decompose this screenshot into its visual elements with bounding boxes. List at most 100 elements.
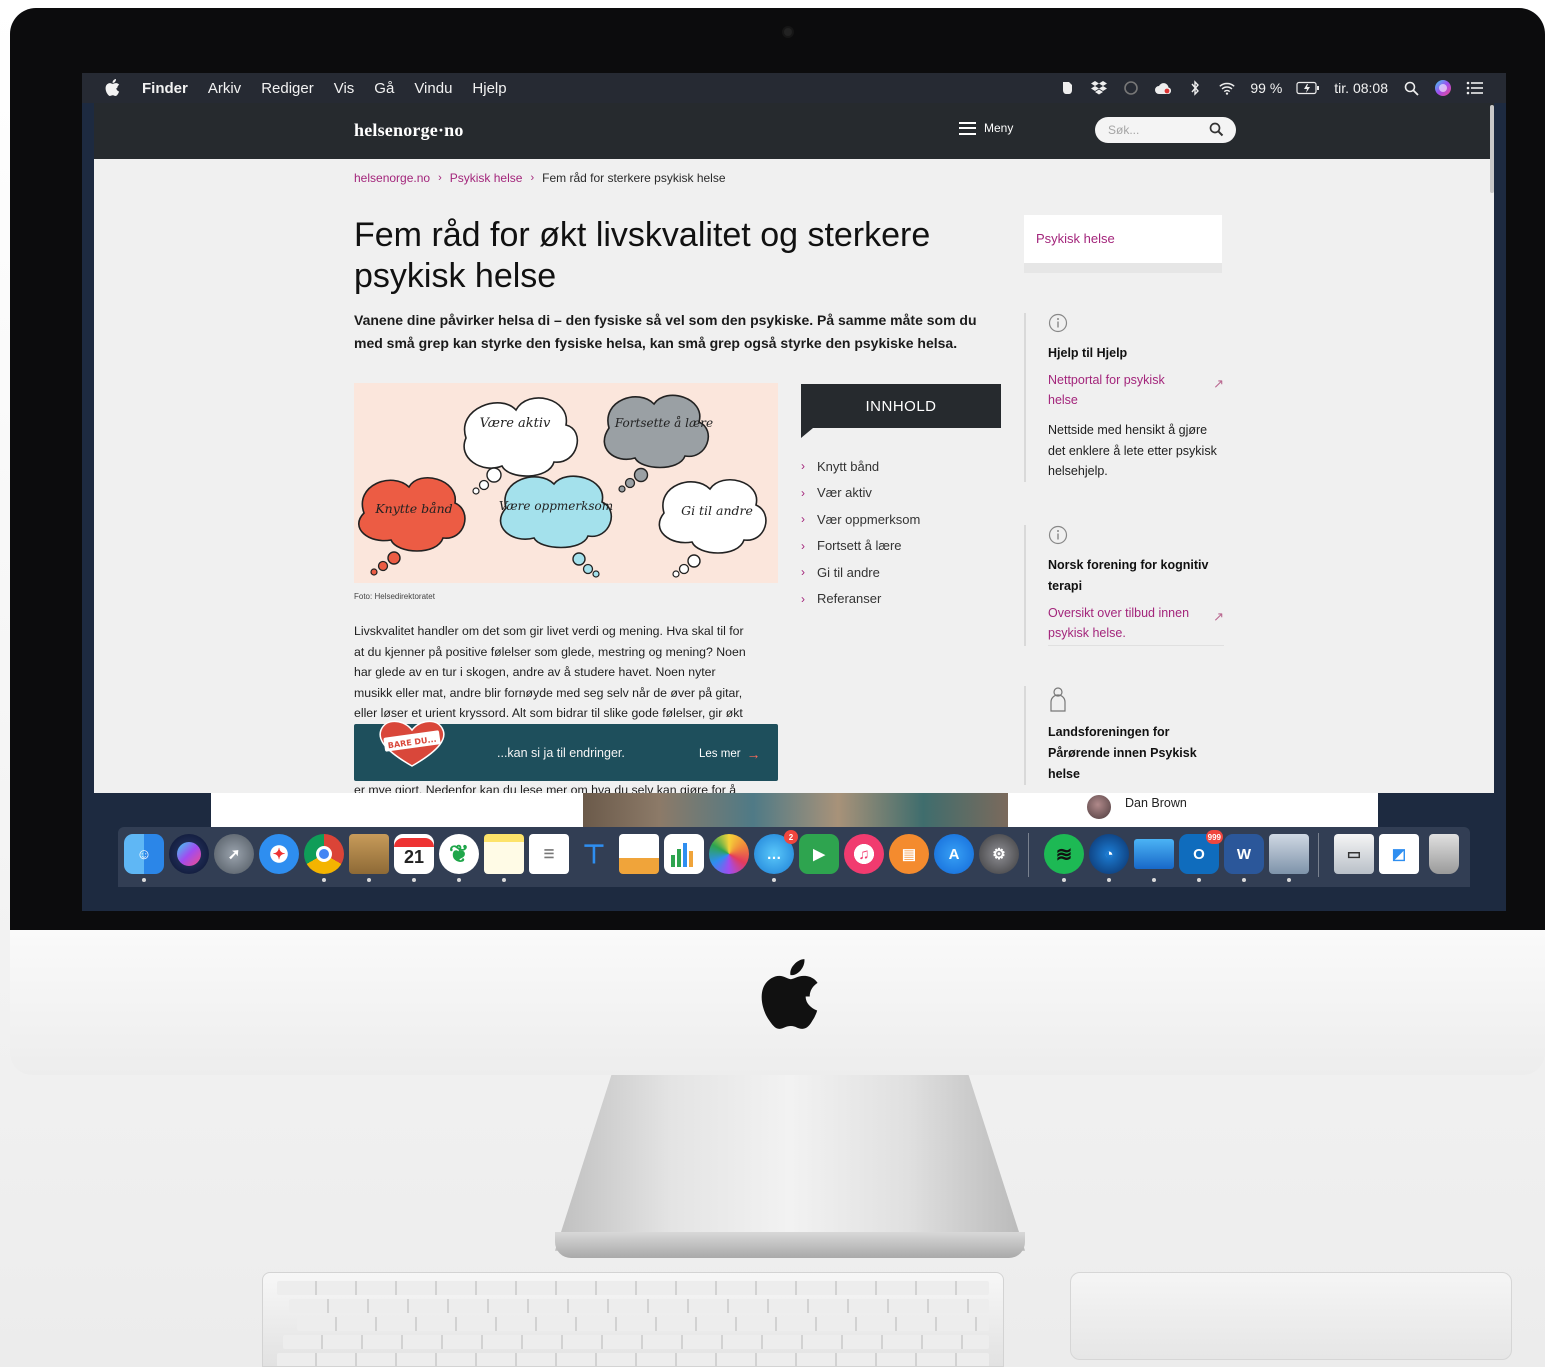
evernote-icon[interactable]: ❦ (439, 834, 479, 874)
sidebar-card-title: Landsforeningen for Pårørende innen Psyk… (1048, 725, 1197, 781)
creative-cloud-icon[interactable] (1154, 80, 1172, 96)
sidebar-card-title: Hjelp til Hjelp (1048, 346, 1128, 360)
running-indicator (1242, 878, 1246, 882)
battery-icon[interactable] (1296, 80, 1320, 96)
toc-item-label: Gi til andre (817, 564, 880, 580)
chevron-right-icon: › (801, 485, 805, 500)
bluetooth-icon[interactable] (1186, 80, 1204, 96)
documents-folder-icon[interactable]: ◩ (1379, 834, 1419, 874)
siri-icon[interactable] (169, 834, 209, 874)
arrow-right-icon: → (746, 746, 761, 762)
menu-bar: Finder Arkiv Rediger Vis Gå Vindu Hjelp (82, 73, 1506, 103)
apple-menu-icon[interactable] (104, 78, 120, 97)
evernote-status-icon[interactable] (1058, 80, 1076, 96)
sidebar-card-link-row: Oversikt over tilbud innen psykisk helse… (1048, 603, 1224, 646)
facetime-icon[interactable]: ▶ (799, 834, 839, 874)
sidebar-card-link-row: Nettportal for psykisk helse ↗ (1048, 370, 1224, 410)
toc-item-vaer-oppmerksom[interactable]: › Vær oppmerksom (801, 506, 920, 533)
keynote-icon[interactable]: ⊤ (574, 834, 614, 874)
chevron-right-icon: › (801, 565, 805, 580)
network-radar-icon[interactable]: ◔ (1089, 834, 1129, 874)
system-preferences-icon[interactable]: ⚙ (979, 834, 1019, 874)
menu-vindu[interactable]: Vindu (414, 80, 452, 97)
siri-icon[interactable] (1434, 80, 1452, 96)
numbers-icon[interactable] (664, 834, 704, 874)
menu-vis[interactable]: Vis (334, 80, 355, 97)
desktop-folder-icon[interactable]: ▭ (1334, 834, 1374, 874)
menu-toggle-button[interactable]: Meny (959, 121, 1013, 135)
breadcrumb: helsenorge.no › Psykisk helse › Fem råd … (354, 171, 726, 185)
notes-icon[interactable] (484, 834, 524, 874)
outlook-icon[interactable]: O 999 (1179, 830, 1223, 874)
itunes-icon[interactable]: ♫ (844, 834, 884, 874)
sidebar-card-link[interactable]: Nettportal for psykisk helse (1048, 370, 1198, 410)
screen: Finder Arkiv Rediger Vis Gå Vindu Hjelp (82, 73, 1506, 911)
toc-list: › Knytt bånd › Vær aktiv › Vær oppmerksom ›… (801, 453, 920, 612)
toc-item-vaer-aktiv[interactable]: › Vær aktiv (801, 480, 920, 507)
keyboard-row (297, 1317, 989, 1331)
preview-icon[interactable] (1269, 834, 1309, 874)
messages-icon[interactable]: … 2 (754, 830, 798, 874)
scrollbar-thumb[interactable] (1490, 105, 1494, 193)
breadcrumb-separator-icon: › (530, 172, 535, 184)
calendar-day: 21 (403, 847, 425, 867)
menu-ga[interactable]: Gå (374, 80, 394, 97)
notification-center-icon[interactable] (1466, 80, 1484, 96)
toc-item-referanser[interactable]: › Referanser (801, 586, 920, 613)
sidebar-card-link[interactable]: Oversikt over tilbud innen psykisk helse… (1048, 603, 1198, 643)
toc-item-gi-til-andre[interactable]: › Gi til andre (801, 559, 920, 586)
cloud-label-gi-til-andre: Gi til andre (681, 503, 753, 518)
finder-icon[interactable]: ☺ (124, 834, 164, 874)
banner-link-label: Les mer (699, 748, 741, 760)
chrome-icon[interactable] (304, 834, 344, 874)
menu-hjelp[interactable]: Hjelp (472, 80, 506, 97)
word-icon[interactable]: W (1224, 834, 1264, 874)
toc-item-label: Knytt bånd (817, 458, 880, 474)
trash-icon[interactable] (1429, 834, 1459, 874)
night-mode-icon[interactable] (1122, 80, 1140, 96)
breadcrumb-psykisk-helse[interactable]: Psykisk helse (450, 171, 523, 185)
sidebar-card-description: Nettside med hensikt å gjøre det enklere… (1048, 423, 1217, 478)
photos-icon[interactable] (709, 834, 749, 874)
launchpad-icon[interactable]: ➚ (214, 834, 254, 874)
safari-icon[interactable]: ✦ (259, 834, 299, 874)
menu-arkiv[interactable]: Arkiv (208, 80, 241, 97)
notefile-icon[interactable] (349, 834, 389, 874)
battery-percent[interactable]: 99 % (1250, 80, 1282, 96)
banner-read-more-link[interactable]: Les mer → (699, 746, 761, 762)
menu-finder[interactable]: Finder (142, 80, 188, 97)
breadcrumb-home[interactable]: helsenorge.no (354, 171, 430, 185)
reminders-icon[interactable]: ☰ (529, 834, 569, 874)
running-indicator (1107, 878, 1111, 882)
books-icon[interactable]: ▤ (889, 834, 929, 874)
toc-item-fortsett-a-laere[interactable]: › Fortsett å lære (801, 533, 920, 560)
underlying-window[interactable] (1008, 793, 1378, 827)
spotify-icon[interactable]: ≋ (1044, 834, 1084, 874)
breadcrumb-separator-icon: › (438, 172, 442, 184)
calendar-icon[interactable]: 21 (394, 834, 434, 874)
imac-stand-base (555, 1232, 1025, 1258)
cloud-fortsette-a-laere: Fortsette å lære (603, 394, 713, 493)
screen-sharing-icon[interactable] (1134, 839, 1174, 869)
search-icon[interactable] (1209, 122, 1224, 137)
menu-rediger[interactable]: Rediger (261, 80, 314, 97)
cloud-label-fortsette-a-laere: Fortsette å lære (614, 415, 713, 430)
wifi-icon[interactable] (1218, 80, 1236, 96)
toc-item-label: Referanser (817, 591, 882, 607)
toc-item-knytt-band[interactable]: › Knytt bånd (801, 453, 920, 480)
sidebar-tab-psykisk-helse[interactable]: Psykisk helse (1024, 215, 1222, 263)
promo-banner[interactable]: BARE DU... ...kan si ja til endringer. L… (354, 720, 778, 781)
spotlight-search-icon[interactable] (1402, 80, 1420, 96)
app-store-icon[interactable]: A (934, 834, 974, 874)
cloud-gi-til-andre: Gi til andre (658, 479, 767, 578)
person-icon (1050, 687, 1066, 712)
pages-icon[interactable] (619, 834, 659, 874)
sidebar-card-kognitiv-terapi: Norsk forening for kognitiv terapi Overs… (1024, 525, 1224, 646)
dropbox-status-icon[interactable] (1090, 80, 1108, 96)
menubar-clock[interactable]: tir. 08:08 (1334, 80, 1388, 96)
site-logo[interactable]: helsenorge·no (354, 120, 464, 141)
underlying-window[interactable] (211, 793, 583, 827)
article-ingress: Vanene dine påvirker helsa di – den fysi… (354, 312, 977, 351)
body-line: Livskvalitet handler om det som gir live… (354, 624, 744, 638)
body-line: er mye gjort. Nedenfor kan du lese mer o… (354, 783, 737, 793)
